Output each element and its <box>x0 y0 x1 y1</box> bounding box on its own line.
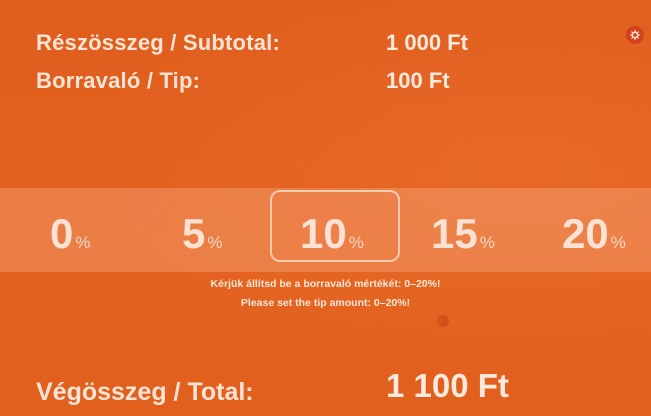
hint-text-en: Please set the tip amount: 0–20%! <box>240 297 411 309</box>
tip-option-unit: % <box>479 233 495 252</box>
tip-label: Borravaló / Tip: <box>36 68 201 93</box>
hint-text-hu: Kérjük állítsd be a borravaló mértékét: … <box>210 278 441 290</box>
tip-screen: Részösszeg / Subtotal: 1 000 Ft Borraval… <box>0 0 651 416</box>
tip-option-unit: % <box>207 233 223 252</box>
touch-indicator <box>437 315 449 327</box>
tip-option-10[interactable]: 10 % <box>300 208 364 260</box>
total-value: 1 100 Ft <box>386 367 509 404</box>
tip-option-value: 5 <box>182 210 206 257</box>
tip-option-0[interactable]: 0 % <box>50 208 90 260</box>
tip-option-unit: % <box>610 233 626 252</box>
gear-icon <box>630 30 640 40</box>
tip-option-value: 0 <box>50 210 74 257</box>
settings-button[interactable] <box>626 26 644 44</box>
tip-option-value: 10 <box>300 210 347 257</box>
tip-option-15[interactable]: 15 % <box>431 208 495 260</box>
subtotal-label: Részösszeg / Subtotal: <box>36 30 280 55</box>
tip-option-20[interactable]: 20 % <box>562 208 626 260</box>
tip-option-value: 20 <box>562 210 609 257</box>
tip-option-unit: % <box>75 233 91 252</box>
tip-value: 100 Ft <box>386 68 450 93</box>
total-label: Végösszeg / Total: <box>36 378 254 406</box>
tip-option-unit: % <box>348 233 364 252</box>
tip-option-5[interactable]: 5 % <box>182 208 222 260</box>
subtotal-value: 1 000 Ft <box>386 30 468 55</box>
tip-option-value: 15 <box>431 210 478 257</box>
